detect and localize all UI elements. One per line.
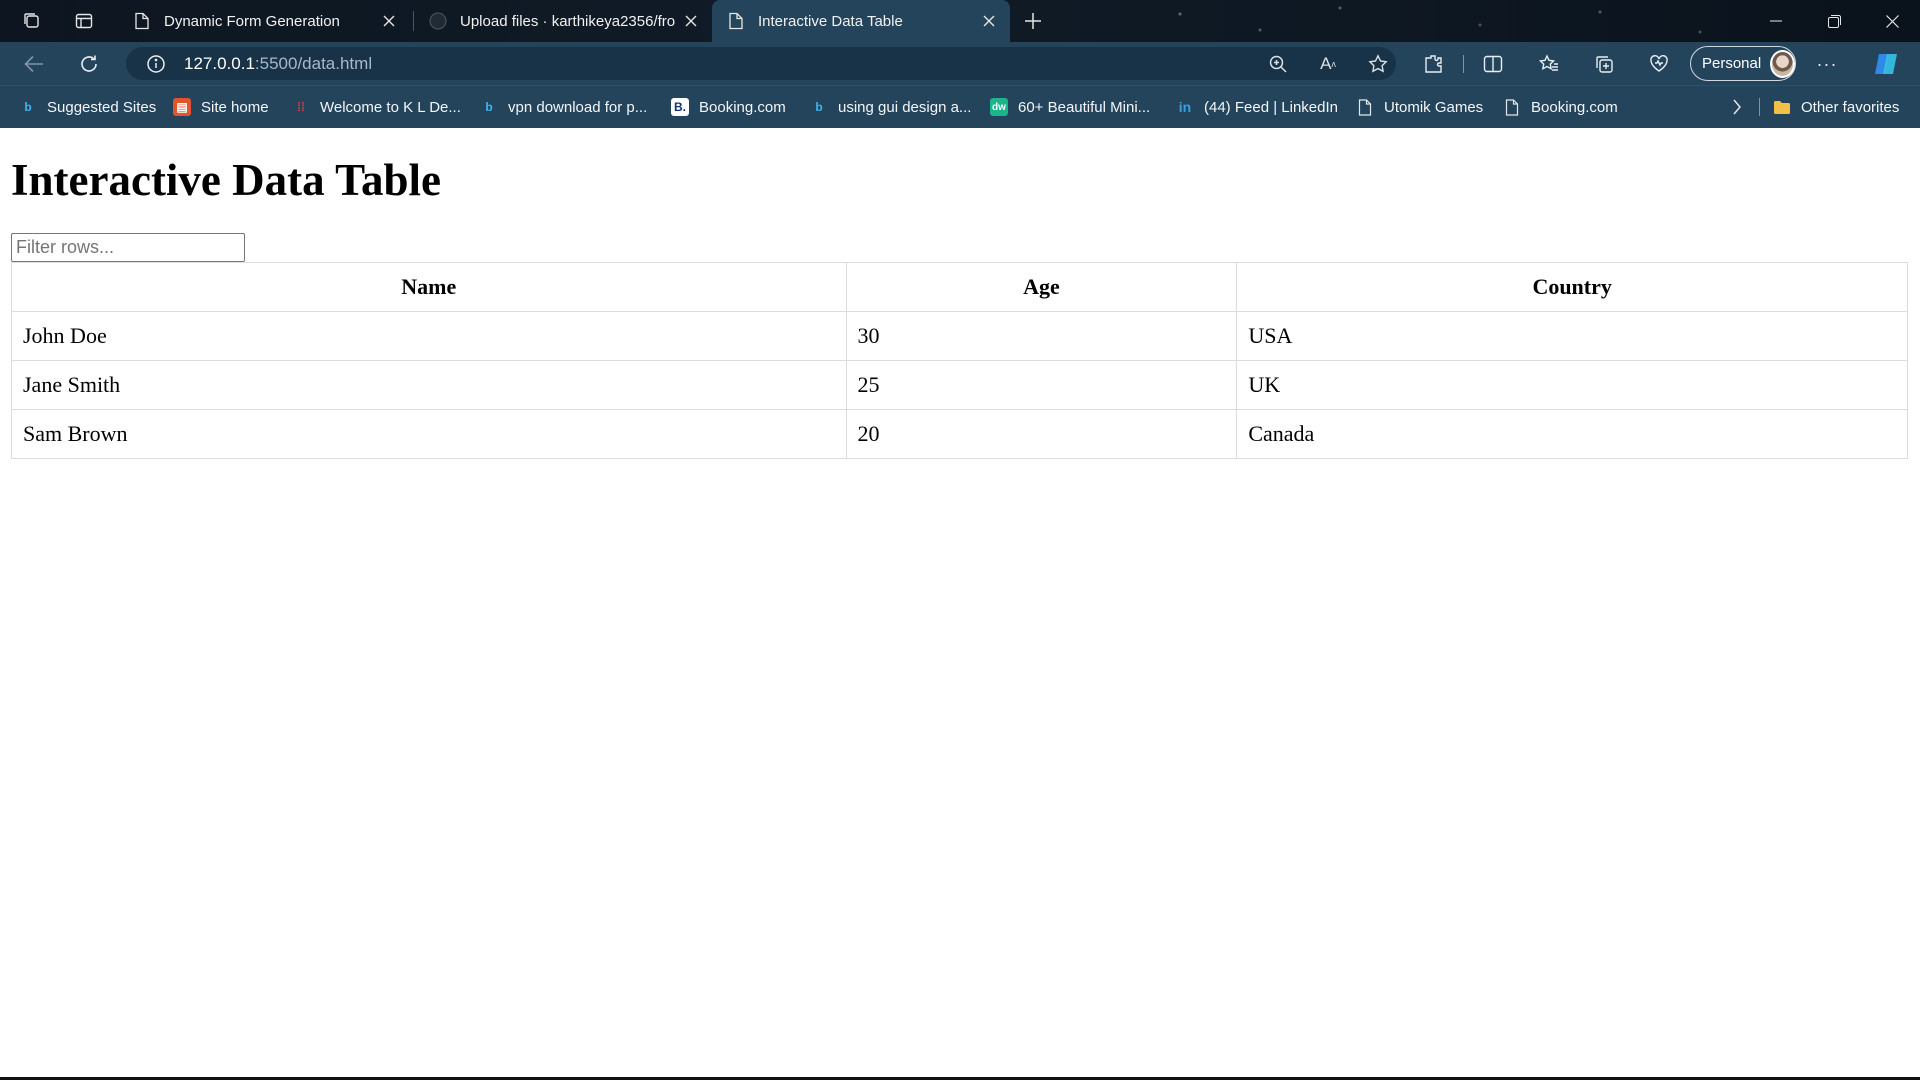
browser-toolbar: 127.0.0.1:5500/data.html Aʌ Personal ··· bbox=[0, 42, 1920, 85]
tab-label: Dynamic Form Generation bbox=[164, 12, 340, 30]
cell-name: Sam Brown bbox=[11, 409, 847, 459]
favorite-item[interactable]: b Suggested Sites bbox=[19, 86, 156, 128]
kl-icon: ⁞⁞ bbox=[297, 100, 305, 114]
minimize-icon[interactable] bbox=[1748, 0, 1804, 42]
favorite-label: Suggested Sites bbox=[47, 98, 157, 116]
bing-icon: b bbox=[24, 100, 32, 114]
site-home-icon: ▤ bbox=[173, 98, 191, 116]
cell-country: USA bbox=[1236, 311, 1908, 361]
back-icon[interactable] bbox=[20, 50, 48, 78]
url-path: :5500/data.html bbox=[254, 53, 373, 73]
favorite-item[interactable]: ▤ Site home bbox=[173, 86, 269, 128]
favorite-label: (44) Feed | LinkedIn bbox=[1204, 98, 1338, 116]
favorite-label: Welcome to K L De... bbox=[320, 98, 461, 116]
favorite-star-icon[interactable] bbox=[1364, 50, 1392, 78]
tab-upload-files[interactable]: Upload files · karthikeya2356/fro bbox=[414, 0, 712, 42]
dw-icon: dw bbox=[990, 98, 1008, 116]
table-row: Jane Smith 25 UK bbox=[11, 360, 1908, 410]
favorite-item[interactable]: Booking.com bbox=[1503, 86, 1618, 128]
page-icon bbox=[1503, 98, 1521, 116]
address-bar[interactable]: 127.0.0.1:5500/data.html Aʌ bbox=[126, 47, 1396, 80]
other-favorites-label: Other favorites bbox=[1801, 98, 1900, 116]
favorite-label: 60+ Beautiful Mini... bbox=[1018, 98, 1151, 116]
folder-icon bbox=[1773, 98, 1791, 116]
cell-country: UK bbox=[1236, 360, 1908, 410]
linkedin-icon: in bbox=[1178, 99, 1192, 115]
profile-button[interactable]: Personal bbox=[1690, 46, 1796, 81]
favorites-bar: b Suggested Sites ▤ Site home ⁞⁞ Welcome… bbox=[0, 85, 1920, 128]
favorite-label: Booking.com bbox=[1531, 98, 1618, 116]
favorite-label: Site home bbox=[201, 98, 269, 116]
github-icon bbox=[428, 11, 448, 31]
table-header-row: Name Age Country bbox=[11, 262, 1908, 312]
filter-input[interactable] bbox=[11, 233, 245, 262]
close-window-icon[interactable] bbox=[1864, 0, 1920, 42]
tab-label: Upload files · karthikeya2356/fro bbox=[460, 12, 676, 30]
favorite-label: Utomik Games bbox=[1384, 98, 1484, 116]
url-text: 127.0.0.1:5500/data.html bbox=[184, 54, 372, 74]
cell-age: 20 bbox=[845, 409, 1238, 459]
refresh-icon[interactable] bbox=[75, 50, 103, 78]
close-icon[interactable] bbox=[976, 8, 1002, 34]
favorites-icon[interactable] bbox=[1535, 50, 1563, 78]
collections-icon[interactable] bbox=[1590, 50, 1618, 78]
favorite-item[interactable]: in (44) Feed | LinkedIn bbox=[1176, 86, 1338, 128]
cell-age: 25 bbox=[845, 360, 1238, 410]
favorite-label: Booking.com bbox=[699, 98, 786, 116]
other-favorites[interactable]: Other favorites bbox=[1773, 86, 1899, 128]
column-header-country[interactable]: Country bbox=[1236, 262, 1908, 312]
page-content: Interactive Data Table Name Age Country … bbox=[0, 128, 1920, 459]
page-icon bbox=[132, 11, 152, 31]
profile-label: Personal bbox=[1702, 55, 1762, 72]
more-favorites-chevron-icon[interactable] bbox=[1732, 86, 1742, 128]
tab-label: Interactive Data Table bbox=[758, 12, 903, 30]
read-aloud-icon[interactable]: Aʌ bbox=[1314, 50, 1342, 78]
booking-icon: B. bbox=[671, 98, 689, 116]
extensions-icon[interactable] bbox=[1419, 50, 1447, 78]
bing-icon: b bbox=[815, 100, 823, 114]
page-icon bbox=[1356, 98, 1374, 116]
column-header-name[interactable]: Name bbox=[11, 262, 847, 312]
tab-interactive-data-table[interactable]: Interactive Data Table bbox=[712, 0, 1010, 42]
favorite-item[interactable]: ⁞⁞ Welcome to K L De... bbox=[292, 86, 461, 128]
cell-name: Jane Smith bbox=[11, 360, 847, 410]
cell-name: John Doe bbox=[11, 311, 847, 361]
close-icon[interactable] bbox=[678, 8, 704, 34]
table-row: John Doe 30 USA bbox=[11, 311, 1908, 361]
cell-age: 30 bbox=[845, 311, 1238, 361]
url-host: 127.0.0.1 bbox=[184, 53, 255, 73]
zoom-icon[interactable] bbox=[1264, 50, 1292, 78]
favorite-label: vpn download for p... bbox=[508, 98, 648, 116]
favorite-item[interactable]: b using gui design a... bbox=[810, 86, 971, 128]
data-table: Name Age Country John Doe 30 USA Jane Sm… bbox=[11, 262, 1908, 459]
info-icon[interactable] bbox=[142, 50, 170, 78]
favorite-label: using gui design a... bbox=[838, 98, 972, 116]
favorite-item[interactable]: B. Booking.com bbox=[671, 86, 786, 128]
copilot-icon[interactable] bbox=[1871, 50, 1903, 78]
table-row: Sam Brown 20 Canada bbox=[11, 409, 1908, 459]
close-icon[interactable] bbox=[376, 8, 402, 34]
favorite-item[interactable]: Utomik Games bbox=[1356, 86, 1483, 128]
avatar bbox=[1770, 49, 1795, 78]
restore-icon[interactable] bbox=[1806, 0, 1862, 42]
favorite-item[interactable]: dw 60+ Beautiful Mini... bbox=[990, 86, 1150, 128]
favorite-item[interactable]: b vpn download for p... bbox=[480, 86, 647, 128]
bing-icon: b bbox=[485, 100, 493, 114]
browser-essentials-icon[interactable] bbox=[1645, 50, 1673, 78]
more-options-icon[interactable]: ··· bbox=[1813, 50, 1841, 78]
page-title: Interactive Data Table bbox=[11, 155, 441, 205]
new-tab-icon[interactable] bbox=[1021, 9, 1045, 33]
page-icon bbox=[726, 11, 746, 31]
tab-actions-icon[interactable] bbox=[72, 9, 96, 33]
workspaces-icon[interactable] bbox=[20, 9, 44, 33]
split-screen-icon[interactable] bbox=[1479, 50, 1507, 78]
cell-country: Canada bbox=[1236, 409, 1908, 459]
column-header-age[interactable]: Age bbox=[845, 262, 1238, 312]
browser-titlebar: Dynamic Form Generation Upload files · k… bbox=[0, 0, 1920, 42]
tab-dynamic-form[interactable]: Dynamic Form Generation bbox=[118, 0, 410, 42]
